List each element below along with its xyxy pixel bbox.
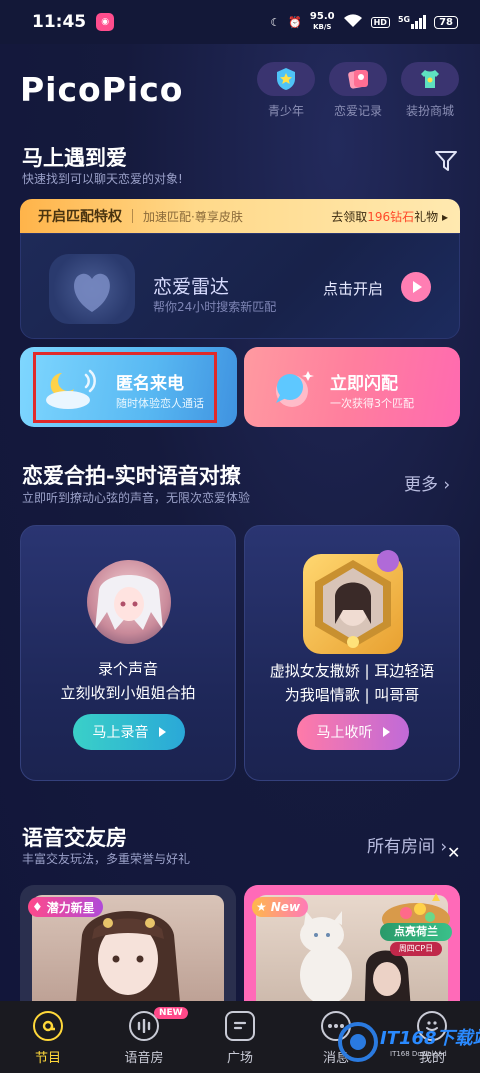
chat-bubble-icon xyxy=(266,365,322,410)
wifi-icon xyxy=(343,13,363,31)
battery-icon: 78 xyxy=(434,15,458,29)
rising-star-badge: ♦ 潜力新星 xyxy=(28,897,103,917)
play-icon xyxy=(382,727,390,737)
listen-now-button[interactable]: 马上收听 xyxy=(297,714,409,750)
shield-star-icon xyxy=(257,62,315,96)
alarm-icon: ⏰ xyxy=(288,15,302,29)
room-card-1[interactable]: ♦ 潜力新星 xyxy=(20,885,236,1015)
tab-voice-room[interactable]: NEW 语音房 xyxy=(96,1001,192,1073)
match-section-title: 马上遇到爱 xyxy=(22,146,127,170)
tab-programs[interactable]: 节目 xyxy=(0,1001,96,1073)
duet-section-title: 恋爱合拍-实时语音对撩 xyxy=(22,464,241,488)
new-badge: ★ New xyxy=(252,897,309,917)
watermark-text: IT168下载站 xyxy=(380,1028,480,1049)
app-header: PicoPico 青少年 恋爱记录 装扮商城 xyxy=(0,44,480,134)
youth-mode-button[interactable]: 青少年 xyxy=(256,62,316,119)
promo-label: 开启匹配特权 xyxy=(38,209,122,225)
flame-icon: ♦ xyxy=(32,900,43,914)
filter-icon[interactable] xyxy=(434,150,458,172)
flash-match-title: 立即闪配 xyxy=(330,374,398,394)
photo-cards-icon xyxy=(329,62,387,96)
love-radar-card[interactable]: 恋爱雷达 帮你24小时搜索新匹配 点击开启 xyxy=(20,233,460,339)
star-icon: ★ xyxy=(256,900,267,914)
close-icon[interactable]: ✕ xyxy=(447,843,460,862)
listen-line1: 虚拟女友撒娇 | 耳边轻语 xyxy=(269,662,435,680)
radar-title: 恋爱雷达 xyxy=(153,276,230,298)
love-record-button[interactable]: 恋爱记录 xyxy=(328,62,388,119)
rooms-section-title: 语音交友房 xyxy=(22,826,127,850)
match-privilege-banner[interactable]: 开启匹配特权 加速匹配·尊享皮肤 去领取196钻石礼物 ▸ xyxy=(20,199,460,233)
moon-icon: ☾ xyxy=(270,15,281,29)
event-subtitle: 周四CP日 xyxy=(390,942,442,956)
promo-cta[interactable]: 去领取196钻石礼物 ▸ xyxy=(331,208,448,225)
record-voice-card[interactable]: 录个声音 立刻收到小姐姐合拍 马上录音 xyxy=(20,525,236,781)
event-title: 点亮荷兰 xyxy=(380,923,452,941)
anime-avatar xyxy=(87,560,171,644)
duet-more-link[interactable]: 更多 › xyxy=(404,470,450,495)
network-speed: 95.0 KB/S xyxy=(309,11,335,32)
record-now-button[interactable]: 马上录音 xyxy=(73,714,185,750)
tab-square[interactable]: 广场 xyxy=(192,1001,288,1073)
listen-voice-card[interactable]: 虚拟女友撒娇 | 耳边轻语 为我唱情歌 | 叫哥哥 马上收听 xyxy=(244,525,460,781)
flash-match-desc: 一次获得3个匹配 xyxy=(330,397,414,410)
event-banner[interactable]: 点亮荷兰 周四CP日 xyxy=(376,889,456,957)
app-logo: PicoPico xyxy=(20,70,184,109)
app-notification-icon: ◉ xyxy=(96,13,115,31)
it168-watermark: IT168下载站 IT168 Download xyxy=(338,1016,480,1068)
highlight-box xyxy=(33,352,217,423)
home-at-icon xyxy=(33,1011,63,1041)
signal-icon: 5G xyxy=(398,15,427,29)
listen-line2: 为我唱情歌 | 叫哥哥 xyxy=(284,686,420,704)
promo-desc: 加速匹配·尊享皮肤 xyxy=(143,209,243,224)
play-icon xyxy=(158,727,166,737)
square-chat-icon xyxy=(225,1011,255,1041)
all-rooms-link[interactable]: 所有房间 › xyxy=(367,832,447,857)
match-section-subtitle: 快速找到可以聊天恋爱的对象! xyxy=(22,172,183,186)
record-line2: 立刻收到小姐姐合拍 xyxy=(60,684,196,702)
shirt-icon xyxy=(401,62,459,96)
purple-orb-icon xyxy=(377,550,399,572)
divider xyxy=(132,209,133,223)
rooms-section-subtitle: 丰富交友玩法，多重荣誉与好礼 xyxy=(22,852,191,866)
watermark-sub: IT168 Download xyxy=(390,1050,447,1058)
record-line1: 录个声音 xyxy=(97,660,158,678)
play-icon[interactable] xyxy=(401,272,431,302)
radar-desc: 帮你24小时搜索新匹配 xyxy=(153,300,277,314)
status-bar: 11:45 ◉ ☾ ⏰ 95.0 KB/S HD 5G 78 xyxy=(0,0,480,44)
hd-icon: HD xyxy=(370,16,390,28)
new-badge: NEW xyxy=(154,1007,188,1019)
flash-match-card[interactable]: 立即闪配 一次获得3个匹配 xyxy=(244,347,460,427)
radar-enable-label[interactable]: 点击开启 xyxy=(323,278,383,299)
dress-up-shop-button[interactable]: 装扮商城 xyxy=(400,62,460,119)
heart-radar-icon xyxy=(49,254,135,324)
status-time: 11:45 xyxy=(32,12,87,32)
duet-section-subtitle: 立即听到撩动心弦的声音，无限次恋爱体验 xyxy=(22,491,251,505)
room-card-2[interactable]: ★ New 点亮荷兰 周四CP日 xyxy=(244,885,460,1015)
